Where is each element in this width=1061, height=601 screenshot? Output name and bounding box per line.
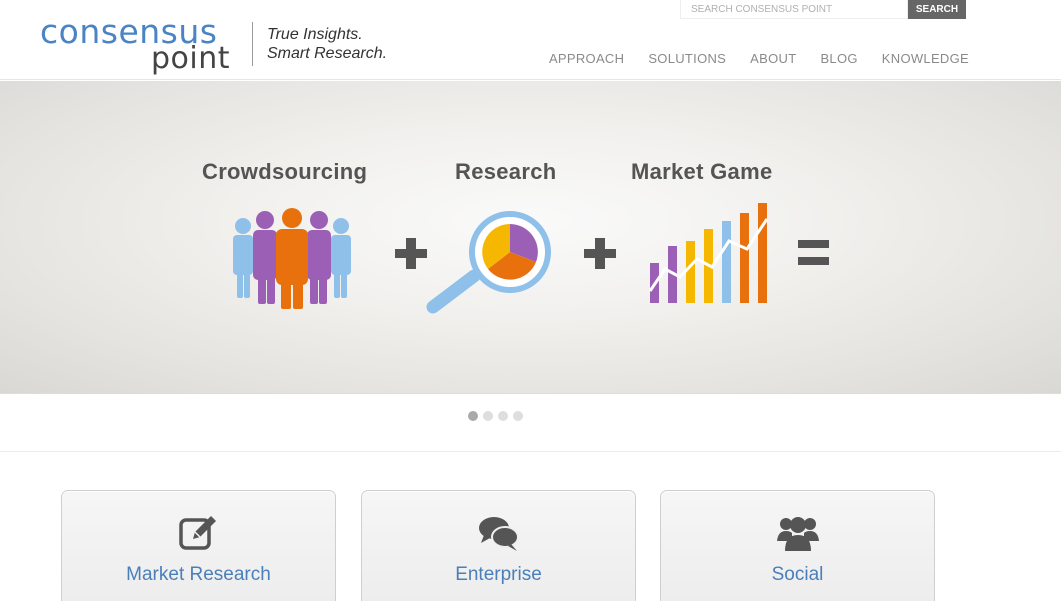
search-form: SEARCH xyxy=(680,0,966,19)
slider-dot-4[interactable] xyxy=(513,411,523,421)
logo-divider xyxy=(252,22,253,66)
group-icon xyxy=(776,517,819,551)
tagline: True Insights. Smart Research. xyxy=(267,25,387,63)
logo-wordmark-bottom: point xyxy=(151,41,231,76)
slider-pagination xyxy=(468,411,523,421)
main-nav: APPROACH SOLUTIONS ABOUT BLOG KNOWLEDGE xyxy=(525,51,969,66)
edit-icon xyxy=(178,516,216,550)
card-market-research[interactable]: Market Research xyxy=(61,490,336,601)
card-title: Social xyxy=(771,564,824,585)
search-button[interactable]: SEARCH xyxy=(908,0,966,19)
nav-item-about[interactable]: ABOUT xyxy=(750,51,796,66)
crowd-icon xyxy=(233,208,351,309)
plus-icon xyxy=(395,238,427,269)
chat-bubbles-icon xyxy=(478,517,519,551)
card-social[interactable]: Social xyxy=(660,490,935,601)
logo[interactable]: consensus point xyxy=(40,14,240,76)
equals-icon xyxy=(798,240,829,265)
search-input[interactable] xyxy=(680,0,908,19)
slider-dot-1[interactable] xyxy=(468,411,478,421)
slider-dot-3[interactable] xyxy=(498,411,508,421)
card-title: Market Research xyxy=(126,564,271,585)
site-header: consensus point True Insights. Smart Res… xyxy=(0,0,1061,80)
hero-illustration xyxy=(233,203,829,314)
nav-item-approach[interactable]: APPROACH xyxy=(549,51,624,66)
tagline-line-1: True Insights. xyxy=(267,26,363,43)
magnifier-pie-icon xyxy=(426,211,551,314)
nav-item-knowledge[interactable]: KNOWLEDGE xyxy=(882,51,969,66)
nav-item-blog[interactable]: BLOG xyxy=(820,51,857,66)
slider-dot-2[interactable] xyxy=(483,411,493,421)
hero-slide[interactable]: Crowdsourcing Research Market Game xyxy=(0,81,1061,394)
nav-item-solutions[interactable]: SOLUTIONS xyxy=(648,51,726,66)
tagline-line-2: Smart Research. xyxy=(267,45,388,62)
plus-icon-2 xyxy=(584,238,616,269)
card-enterprise[interactable]: Enterprise xyxy=(361,490,636,601)
bar-chart-icon xyxy=(648,203,769,303)
section-divider xyxy=(0,451,1061,452)
card-title: Enterprise xyxy=(455,564,542,585)
